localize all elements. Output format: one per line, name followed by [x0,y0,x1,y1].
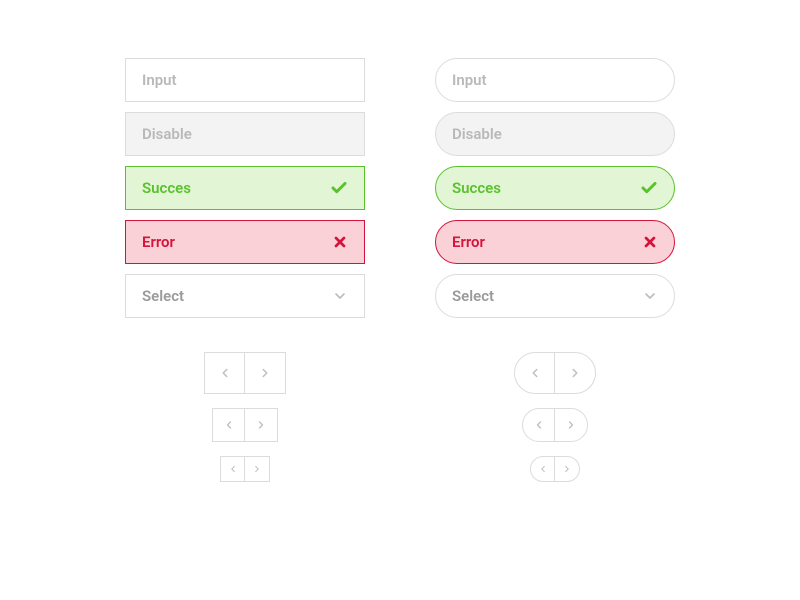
field-label: Error [142,233,175,251]
stepper-group [125,352,365,482]
field-label: Select [142,287,184,305]
chevron-left-icon [218,366,232,380]
chevron-left-icon [533,419,545,431]
chevron-left-icon [223,419,235,431]
stepper-group [435,352,675,482]
chevron-right-icon [258,366,272,380]
stepper-prev-button[interactable] [523,409,555,441]
chevron-down-icon [642,288,658,304]
chevron-right-icon [252,464,262,474]
disabled-field: Disable [435,112,675,156]
stepper-next-button[interactable] [555,409,587,441]
stepper-next-button[interactable] [245,353,285,393]
stepper-prev-button[interactable] [221,457,245,481]
field-label: Succes [452,179,501,197]
success-field[interactable]: Succes [435,166,675,210]
field-label: Select [452,287,494,305]
input-field[interactable]: Input [435,58,675,102]
error-field[interactable]: Error [435,220,675,264]
stepper-medium [212,408,278,442]
stepper-small [530,456,580,482]
stepper-prev-button[interactable] [531,457,555,481]
select-field[interactable]: Select [435,274,675,318]
chevron-right-icon [565,419,577,431]
chevron-left-icon [228,464,238,474]
stepper-large [514,352,596,394]
check-icon [330,179,348,197]
success-field[interactable]: Succes [125,166,365,210]
stepper-prev-button[interactable] [213,409,245,441]
check-icon [640,179,658,197]
chevron-left-icon [528,366,542,380]
stepper-next-button[interactable] [555,457,579,481]
square-style-column: Input Disable Succes Error Select [125,58,365,600]
form-variants: Input Disable Succes Error Select [125,58,675,600]
stepper-prev-button[interactable] [515,353,555,393]
chevron-right-icon [255,419,267,431]
stepper-next-button[interactable] [555,353,595,393]
x-icon [642,234,658,250]
field-label: Disable [142,125,192,143]
disabled-field: Disable [125,112,365,156]
field-label: Input [452,71,487,89]
field-label: Input [142,71,177,89]
field-label: Disable [452,125,502,143]
stepper-medium [522,408,588,442]
stepper-small [220,456,270,482]
field-label: Succes [142,179,191,197]
stepper-prev-button[interactable] [205,353,245,393]
input-field[interactable]: Input [125,58,365,102]
chevron-right-icon [562,464,572,474]
stepper-next-button[interactable] [245,409,277,441]
chevron-down-icon [332,288,348,304]
rounded-style-column: Input Disable Succes Error Select [435,58,675,600]
field-label: Error [452,233,485,251]
x-icon [332,234,348,250]
chevron-right-icon [568,366,582,380]
error-field[interactable]: Error [125,220,365,264]
chevron-left-icon [538,464,548,474]
stepper-next-button[interactable] [245,457,269,481]
select-field[interactable]: Select [125,274,365,318]
stepper-large [204,352,286,394]
